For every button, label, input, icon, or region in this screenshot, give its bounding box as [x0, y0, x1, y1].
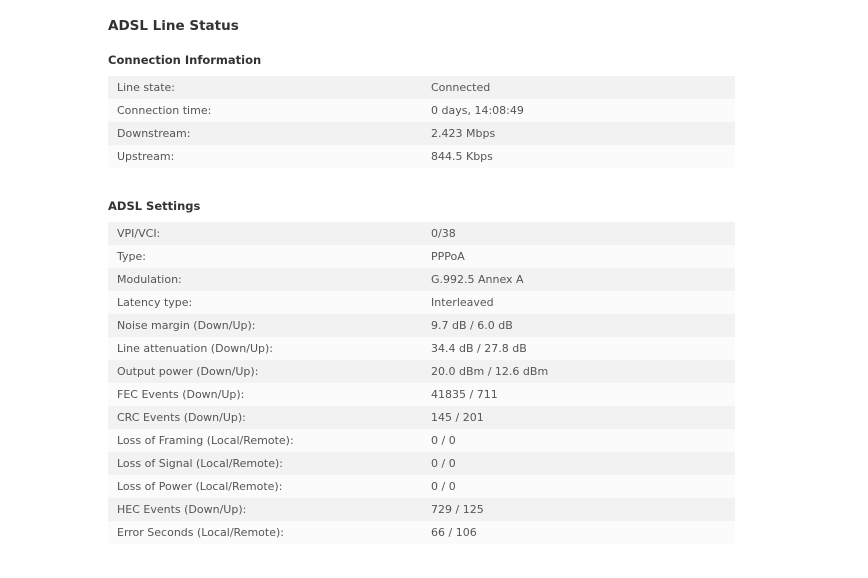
row-label: Loss of Framing (Local/Remote): — [117, 434, 294, 447]
row-value: 0 / 0 — [431, 457, 456, 470]
adsl-settings-table: VPI/VCI: 0/38 Type: PPPoA Modulation: G.… — [108, 222, 735, 544]
adsl-settings-heading: ADSL Settings — [108, 199, 201, 213]
table-row-error-seconds: Error Seconds (Local/Remote): 66 / 106 — [108, 521, 735, 544]
row-label: HEC Events (Down/Up): — [117, 503, 247, 516]
row-label: Latency type: — [117, 296, 193, 309]
table-row-crc-events: CRC Events (Down/Up): 145 / 201 — [108, 406, 735, 429]
row-value: 34.4 dB / 27.8 dB — [431, 342, 527, 355]
row-value: 0 / 0 — [431, 480, 456, 493]
connection-information-table: Line state: Connected Connection time: 0… — [108, 76, 735, 168]
table-row-downstream: Downstream: 2.423 Mbps — [108, 122, 735, 145]
row-label: Line state: — [117, 81, 175, 94]
table-row-loss-of-signal: Loss of Signal (Local/Remote): 0 / 0 — [108, 452, 735, 475]
row-value: PPPoA — [431, 250, 465, 263]
table-row-connection-time: Connection time: 0 days, 14:08:49 — [108, 99, 735, 122]
table-row-line-state: Line state: Connected — [108, 76, 735, 99]
table-row-output-power: Output power (Down/Up): 20.0 dBm / 12.6 … — [108, 360, 735, 383]
row-value: G.992.5 Annex A — [431, 273, 524, 286]
table-row-vpi-vci: VPI/VCI: 0/38 — [108, 222, 735, 245]
row-value: 20.0 dBm / 12.6 dBm — [431, 365, 549, 378]
row-label: Noise margin (Down/Up): — [117, 319, 256, 332]
row-value: 0 / 0 — [431, 434, 456, 447]
row-value: Interleaved — [431, 296, 494, 309]
row-label: Output power (Down/Up): — [117, 365, 259, 378]
table-row-modulation: Modulation: G.992.5 Annex A — [108, 268, 735, 291]
row-label: Loss of Signal (Local/Remote): — [117, 457, 283, 470]
row-value: 145 / 201 — [431, 411, 484, 424]
row-label: Downstream: — [117, 127, 191, 140]
row-value: 66 / 106 — [431, 526, 477, 539]
row-value: 844.5 Kbps — [431, 150, 493, 163]
table-row-loss-of-framing: Loss of Framing (Local/Remote): 0 / 0 — [108, 429, 735, 452]
row-label: CRC Events (Down/Up): — [117, 411, 246, 424]
table-row-hec-events: HEC Events (Down/Up): 729 / 125 — [108, 498, 735, 521]
row-label: Loss of Power (Local/Remote): — [117, 480, 283, 493]
table-row-noise-margin: Noise margin (Down/Up): 9.7 dB / 6.0 dB — [108, 314, 735, 337]
row-value: 41835 / 711 — [431, 388, 498, 401]
row-label: Error Seconds (Local/Remote): — [117, 526, 284, 539]
table-row-fec-events: FEC Events (Down/Up): 41835 / 711 — [108, 383, 735, 406]
row-value: 0 days, 14:08:49 — [431, 104, 524, 117]
row-label: Upstream: — [117, 150, 175, 163]
row-value: Connected — [431, 81, 491, 94]
row-value: 0/38 — [431, 227, 456, 240]
row-label: Connection time: — [117, 104, 212, 117]
table-row-loss-of-power: Loss of Power (Local/Remote): 0 / 0 — [108, 475, 735, 498]
row-label: Line attenuation (Down/Up): — [117, 342, 274, 355]
table-row-line-attenuation: Line attenuation (Down/Up): 34.4 dB / 27… — [108, 337, 735, 360]
row-value: 9.7 dB / 6.0 dB — [431, 319, 513, 332]
page-title: ADSL Line Status — [108, 18, 239, 34]
row-value: 2.423 Mbps — [431, 127, 496, 140]
row-label: Modulation: — [117, 273, 182, 286]
row-label: FEC Events (Down/Up): — [117, 388, 245, 401]
table-row-type: Type: PPPoA — [108, 245, 735, 268]
row-label: VPI/VCI: — [117, 227, 161, 240]
row-value: 729 / 125 — [431, 503, 484, 516]
connection-information-heading: Connection Information — [108, 53, 262, 67]
row-label: Type: — [117, 250, 146, 263]
table-row-latency-type: Latency type: Interleaved — [108, 291, 735, 314]
table-row-upstream: Upstream: 844.5 Kbps — [108, 145, 735, 168]
